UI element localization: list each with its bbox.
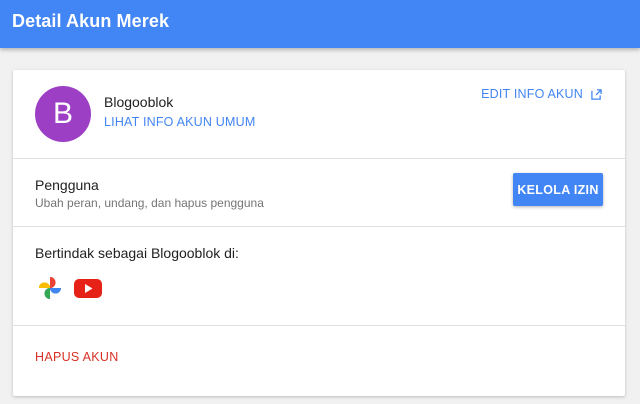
edit-account-info-link[interactable]: EDIT INFO AKUN [481,87,602,101]
google-photos-icon[interactable] [35,273,65,303]
account-name: Blogooblok [104,94,174,110]
edit-account-info-label: EDIT INFO AKUN [481,87,583,101]
users-subtitle: Ubah peran, undang, dan hapus pengguna [35,196,264,210]
delete-account-link[interactable]: HAPUS AKUN [35,350,119,364]
act-as-title: Bertindak sebagai Blogooblok di: [35,245,239,261]
app-header: Detail Akun Merek [0,0,640,48]
avatar: B [35,86,91,142]
view-public-info-link[interactable]: LIHAT INFO AKUN UMUM [104,115,255,129]
manage-permissions-button[interactable]: KELOLA IZIN [513,173,603,206]
divider [13,226,625,227]
divider [13,325,625,326]
users-title: Pengguna [35,177,99,193]
open-in-new-icon [591,88,602,100]
divider [13,158,625,159]
page-title: Detail Akun Merek [12,11,170,31]
youtube-icon[interactable] [73,273,103,303]
brand-account-card: B Blogooblok LIHAT INFO AKUN UMUM EDIT I… [13,70,625,396]
